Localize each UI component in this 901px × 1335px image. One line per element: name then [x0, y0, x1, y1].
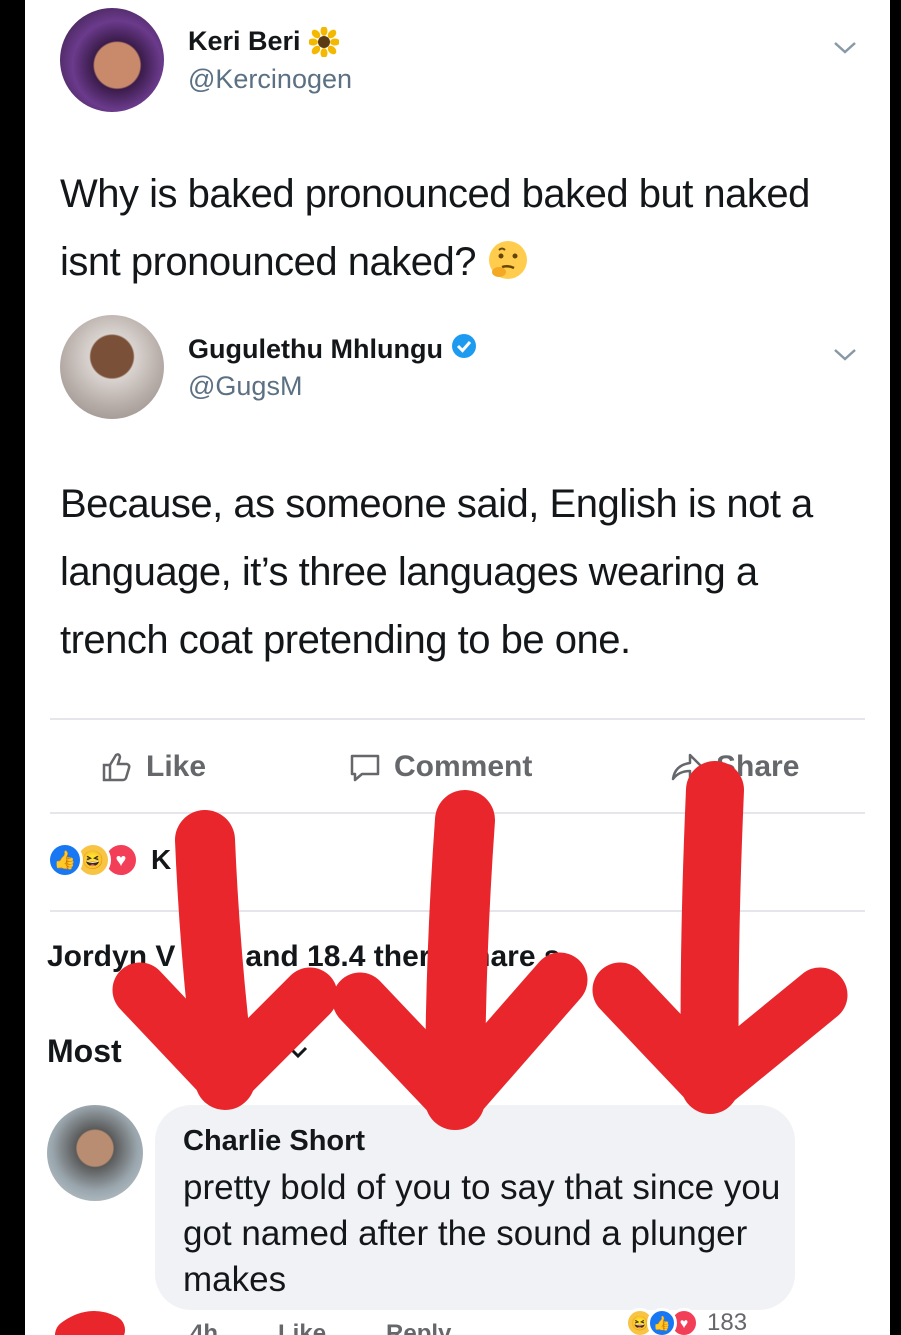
- shares-summary[interactable]: Jordyn V tyrz and 18.4 thers share s: [47, 940, 561, 974]
- comment-reply-link[interactable]: Reply: [386, 1320, 451, 1335]
- comment-text: pretty bold of you to say that since you…: [183, 1168, 781, 1299]
- handle[interactable]: @Kercinogen: [188, 64, 352, 95]
- avatar[interactable]: [60, 8, 164, 112]
- chevron-down-icon[interactable]: [830, 38, 860, 58]
- comment-like-link[interactable]: Like: [278, 1320, 326, 1335]
- comment-icon: [350, 754, 380, 782]
- comment-meta: 4h Like Reply: [190, 1320, 451, 1335]
- comment-sort-dropdown[interactable]: Most: [47, 1033, 310, 1070]
- phone-frame: Keri Beri @Kercinogen Why is baked prono…: [0, 0, 901, 1335]
- share-icon: [671, 753, 703, 781]
- comment-time: 4h: [190, 1320, 219, 1335]
- like-label: Like: [146, 750, 207, 783]
- tweet1-author[interactable]: Keri Beri: [188, 25, 340, 58]
- reaction-count: K: [151, 844, 172, 875]
- chevron-down-icon[interactable]: [830, 345, 860, 365]
- divider: [50, 812, 865, 814]
- comment-author[interactable]: Charlie Short: [183, 1125, 365, 1158]
- post-actions: Like Comment Share: [25, 730, 890, 810]
- comment-sort-label: Most: [47, 1033, 122, 1069]
- like-reaction-icon: 👍: [647, 1308, 677, 1335]
- comment-bubble: Charlie Short pretty bold of you to say …: [155, 1105, 795, 1310]
- thinking-face-icon: [487, 234, 529, 279]
- divider: [50, 718, 865, 720]
- comment-button[interactable]: Comment: [348, 750, 532, 784]
- tweet1-header: Keri Beri @Kercinogen: [60, 8, 860, 118]
- verified-badge-icon: [451, 333, 477, 366]
- avatar[interactable]: [47, 1105, 143, 1201]
- share-button[interactable]: Share: [670, 750, 799, 784]
- avatar[interactable]: [60, 315, 164, 419]
- tweet2-header: Gugulethu Mhlungu @GugsM: [60, 315, 860, 425]
- display-name: Gugulethu Mhlungu: [188, 334, 443, 364]
- tweet1-text: Why is baked pronounced baked but naked …: [60, 160, 860, 296]
- reactions-summary[interactable]: 👍 😆 ♥ K: [47, 840, 171, 880]
- comment-reactions[interactable]: 😆 👍 ♥ 183: [625, 1308, 747, 1335]
- chevron-down-icon: [288, 1046, 307, 1058]
- divider: [50, 910, 865, 912]
- comment-reaction-count: 183: [707, 1309, 748, 1335]
- handle[interactable]: @GugsM: [188, 371, 302, 402]
- tweet-screenshot: Keri Beri @Kercinogen Why is baked prono…: [25, 0, 890, 705]
- like-reaction-icon: 👍: [47, 842, 83, 878]
- tweet2-author[interactable]: Gugulethu Mhlungu: [188, 333, 477, 366]
- tweet1-body: Why is baked pronounced baked but naked …: [60, 172, 810, 284]
- display-name: Keri Beri: [188, 26, 301, 56]
- like-button[interactable]: Like: [100, 750, 206, 784]
- sunflower-icon: [307, 25, 340, 58]
- share-label: Share: [716, 750, 800, 783]
- tweet2-text: Because, as someone said, English is not…: [60, 482, 813, 662]
- screen: Keri Beri @Kercinogen Why is baked prono…: [25, 0, 890, 1335]
- thumbs-up-icon: [102, 753, 131, 782]
- comment-label: Comment: [394, 750, 533, 783]
